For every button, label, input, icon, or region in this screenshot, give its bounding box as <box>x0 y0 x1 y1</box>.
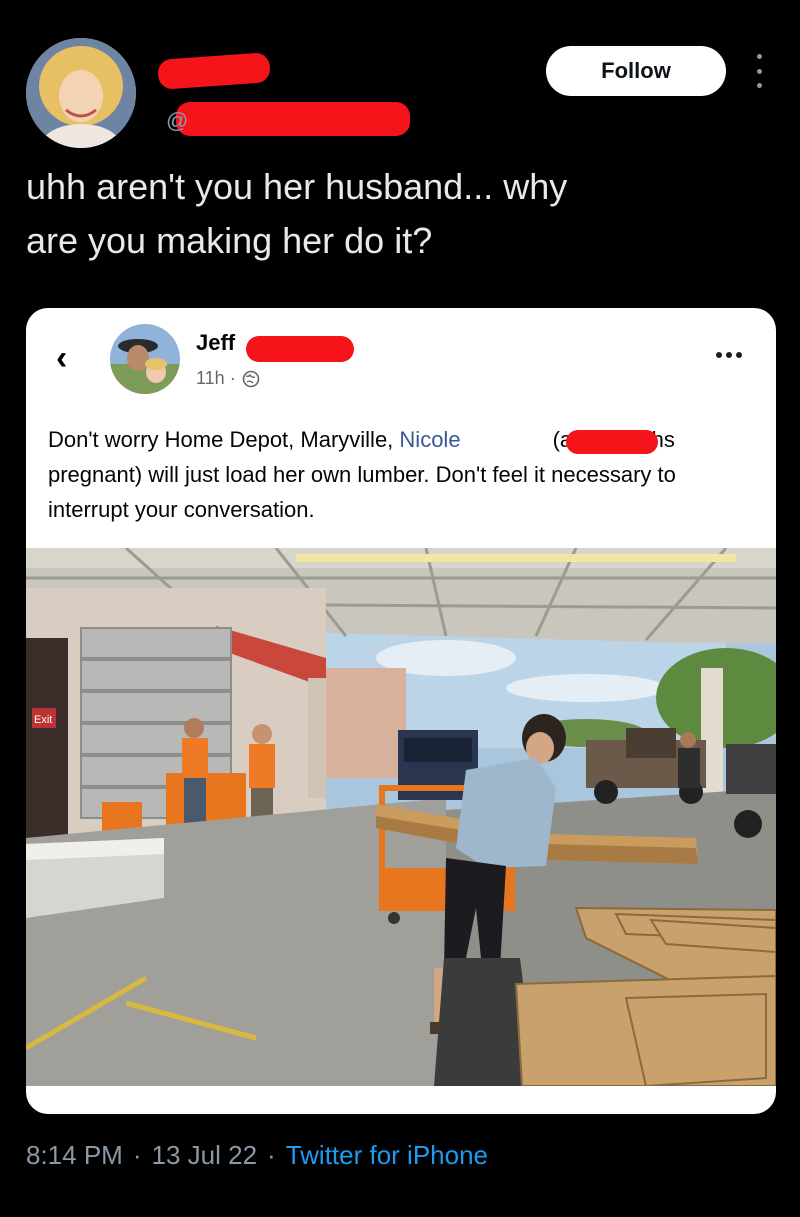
redacted-display-name <box>157 52 271 90</box>
globe-icon <box>242 370 260 387</box>
redacted-handle <box>176 102 410 136</box>
post-author-avatar[interactable] <box>110 324 180 394</box>
more-horizontal-icon[interactable] <box>716 352 742 358</box>
more-vertical-icon[interactable] <box>752 54 766 88</box>
avatar-image <box>26 38 136 148</box>
follow-button[interactable]: Follow <box>546 46 726 96</box>
footer-separator-1: · <box>132 1140 142 1170</box>
photo-lumber-scene: Exit <box>26 548 776 1086</box>
post-meta: 11h · <box>196 368 260 389</box>
handle-at-sign: @ <box>166 108 189 133</box>
tweet-line-2: are you making her do it? <box>26 220 433 261</box>
redacted-mention-surname <box>566 430 658 454</box>
tweet-line-1: uhh aren't you her husband... why <box>26 166 568 207</box>
post-photo[interactable]: Exit <box>26 548 776 1086</box>
redacted-author-surname <box>246 336 354 362</box>
tweet-footer: 8:14 PM · 13 Jul 22 · Twitter for iPhone <box>26 1140 488 1171</box>
post-mention[interactable]: Nicole <box>399 427 460 452</box>
post-time: 11h · <box>196 368 236 388</box>
tweet-time[interactable]: 8:14 PM <box>26 1140 123 1171</box>
chevron-left-icon[interactable]: ‹ <box>56 340 78 376</box>
tweet-text: uhh aren't you her husband... why are yo… <box>26 160 766 268</box>
author-name-text: Jeff <box>196 330 236 355</box>
tweet-date[interactable]: 13 Jul 22 <box>152 1140 258 1171</box>
exit-sign: Exit <box>34 714 52 726</box>
profile-avatar[interactable] <box>26 38 136 148</box>
footer-separator-2: · <box>267 1140 276 1170</box>
post-text-part-1: Don't worry Home Depot, Maryville, <box>48 427 400 452</box>
tweet-source-link[interactable]: Twitter for iPhone <box>286 1140 488 1171</box>
post-author-name[interactable]: Jeff <box>196 330 235 356</box>
embedded-post-card[interactable]: ‹ Jeff 11h · Don't worry Home Depot, Mar… <box>26 308 776 1114</box>
author-avatar-image <box>110 324 180 394</box>
